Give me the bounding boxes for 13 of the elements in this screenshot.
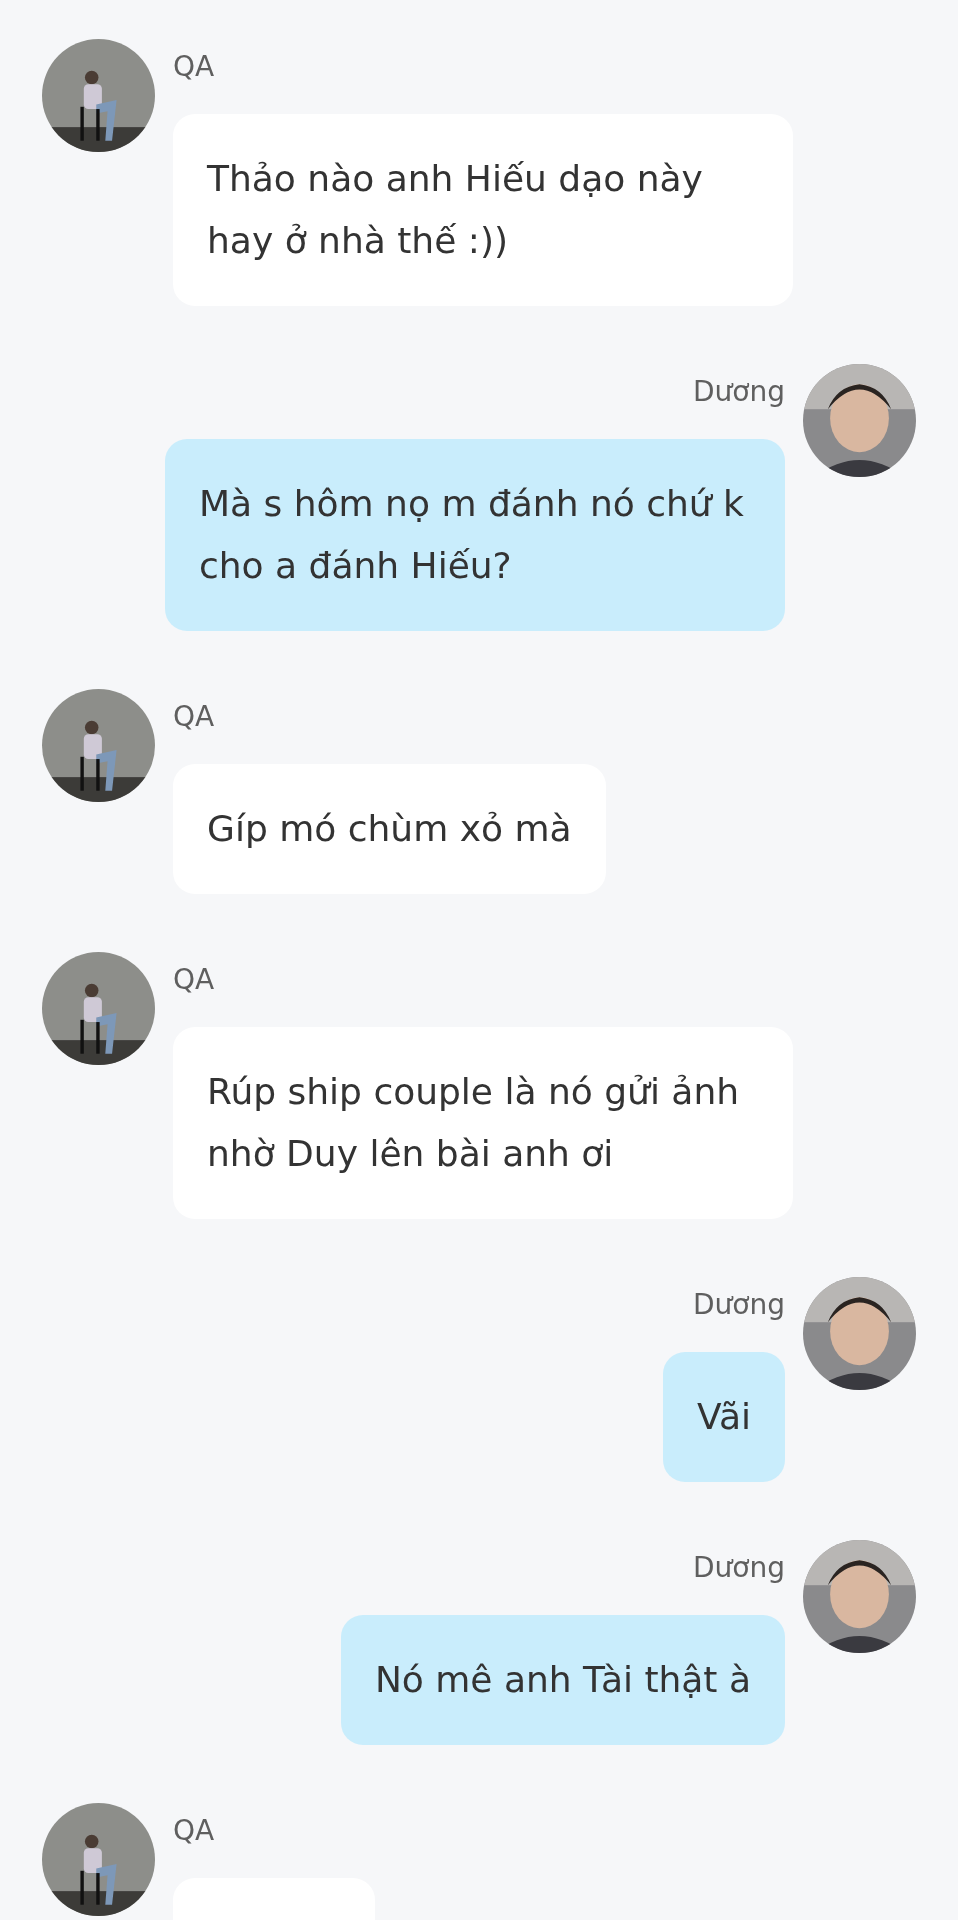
sender-name: QA [173, 962, 215, 998]
sender-name: Dương [693, 1287, 785, 1323]
sender-name: Dương [693, 374, 785, 410]
message-bubble: Vãi [663, 1352, 785, 1482]
message-bubble: Thảo nào anh Hiếu dạo này hay ở nhà thế :)) [173, 114, 793, 306]
message-bubble: Rúp ship couple là nó gửi ảnh nhờ Duy lên bài anh ơi [173, 1027, 793, 1219]
sender-name: QA [173, 49, 215, 85]
message-bubble: Mà s hôm nọ m đánh nó chứ k cho a đánh Hiếu? [165, 439, 785, 631]
sender-name: Dương [693, 1550, 785, 1586]
message-bubble: Gíp mó chùm xỏ mà [173, 764, 606, 894]
message-bubble: Nó mê anh Tài thật à [340, 1615, 785, 1745]
sender-name: QA [173, 699, 215, 735]
sender-name: QA [173, 1813, 215, 1849]
